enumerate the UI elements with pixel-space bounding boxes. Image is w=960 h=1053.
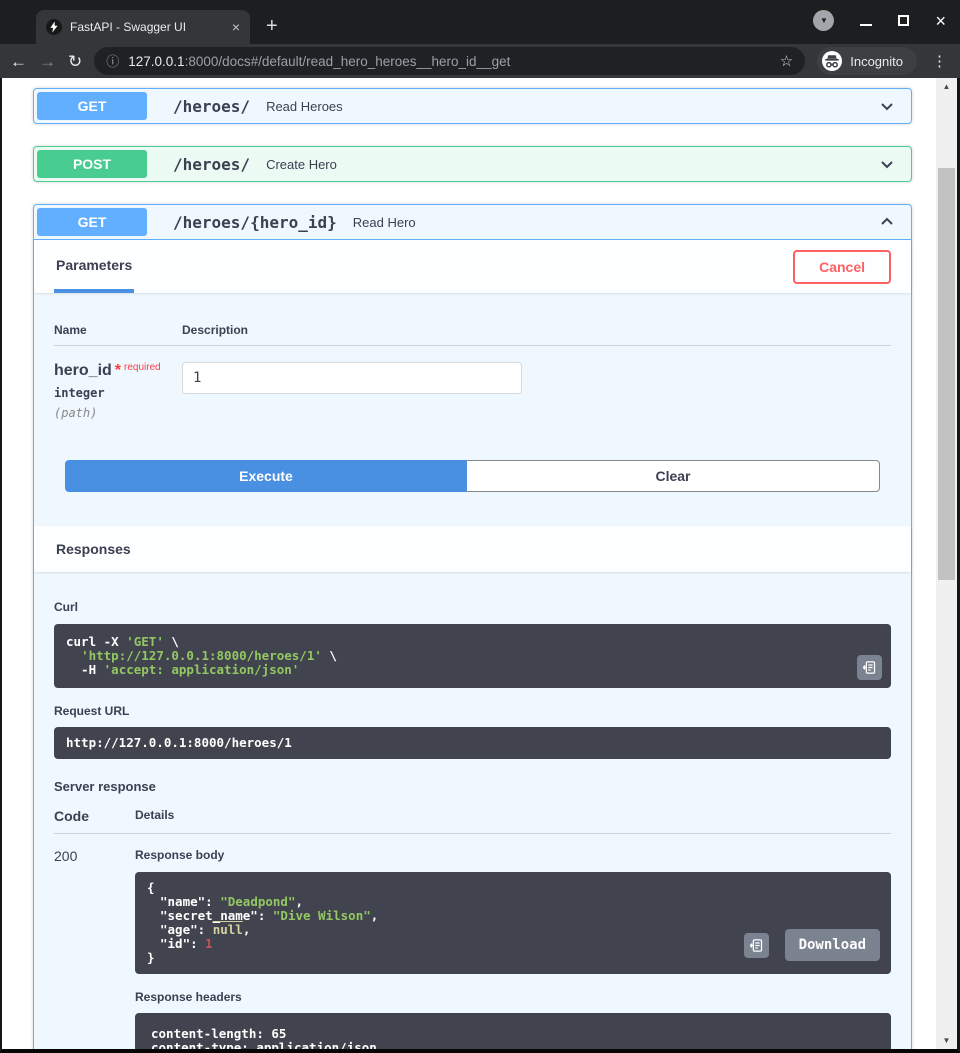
required-star: * xyxy=(114,362,122,379)
back-icon[interactable]: ← xyxy=(10,53,27,70)
responses-title: Responses xyxy=(56,541,131,557)
hero-id-input[interactable] xyxy=(182,362,522,394)
parameter-location: (path) xyxy=(54,406,98,420)
forward-icon[interactable]: → xyxy=(39,53,56,70)
responses-section-header: Responses xyxy=(34,526,911,572)
parameter-type: integer xyxy=(54,386,105,400)
code-column-header: Code xyxy=(54,808,89,824)
name-column-header: Name xyxy=(54,323,87,337)
description-column-header: Description xyxy=(182,323,249,337)
browser-tab[interactable]: FastAPI - Swagger UI × xyxy=(36,10,250,44)
url-path: :8000/docs#/default/read_hero_heroes__he… xyxy=(184,53,511,69)
opblock-post-heroes: POST /heroes/ Create Hero xyxy=(33,146,912,182)
chevron-down-icon[interactable] xyxy=(877,96,897,116)
maximize-button[interactable] xyxy=(898,15,910,26)
op-summary: Read Hero xyxy=(352,214,416,230)
clipboard-icon xyxy=(749,938,762,952)
copy-curl-button[interactable] xyxy=(857,655,882,680)
server-response-row: 200 Response body { "name": "Deadpond", … xyxy=(54,848,891,1049)
scrollbar-thumb[interactable] xyxy=(938,168,955,580)
maximize-icon xyxy=(898,15,910,26)
fastapi-favicon-icon xyxy=(46,19,62,35)
parameter-value-cell xyxy=(182,362,522,420)
method-badge: GET xyxy=(37,92,147,120)
opblock-get-hero-by-id: GET /heroes/{hero_id} Read Hero Paramete… xyxy=(33,204,912,1049)
op-path: /heroes/{hero_id} xyxy=(173,212,337,232)
parameters-section-header: Parameters Cancel xyxy=(34,240,911,293)
clear-button[interactable]: Clear xyxy=(467,460,880,492)
response-headers-label: Response headers xyxy=(135,990,242,1004)
op-path: /heroes/ xyxy=(173,96,251,116)
response-body-actions: Download xyxy=(743,929,880,961)
swagger-page: GET /heroes/ Read Heroes POST /heroes/ C… xyxy=(0,78,960,1053)
window-close-icon[interactable]: × xyxy=(935,12,946,30)
tab-title: FastAPI - Swagger UI xyxy=(70,20,187,34)
response-body-label: Response body xyxy=(135,848,225,862)
copy-response-button[interactable] xyxy=(743,932,769,958)
chevron-up-icon[interactable] xyxy=(877,212,897,232)
opblock-header-create-hero[interactable]: POST /heroes/ Create Hero xyxy=(34,147,911,181)
clipboard-icon xyxy=(862,661,876,674)
response-details: Response body { "name": "Deadpond", "sec… xyxy=(135,848,891,1049)
site-info-icon[interactable]: ⓘ xyxy=(106,55,119,68)
server-response-table-header: Code Details xyxy=(54,808,891,834)
method-badge: POST xyxy=(37,150,147,178)
reload-icon[interactable]: ↻ xyxy=(68,53,82,70)
browser-tab-bar: FastAPI - Swagger UI × + ▼ × xyxy=(0,0,960,44)
minimize-button[interactable] xyxy=(860,16,873,26)
execute-button[interactable]: Execute xyxy=(65,460,467,492)
op-summary: Create Hero xyxy=(266,156,337,172)
opblock-header-read-heroes[interactable]: GET /heroes/ Read Heroes xyxy=(34,89,911,123)
new-tab-icon[interactable]: + xyxy=(266,16,278,36)
url-host: 127.0.0.1 xyxy=(128,53,185,69)
op-path: /heroes/ xyxy=(173,154,251,174)
scrollbar-down-icon[interactable]: ▼ xyxy=(936,1036,957,1045)
window-controls: ▼ × xyxy=(813,10,946,31)
scrollbar-up-icon[interactable]: ▲ xyxy=(936,82,957,91)
page-scrollbar[interactable]: ▲ ▼ xyxy=(936,78,957,1049)
op-summary: Read Heroes xyxy=(266,98,343,114)
parameter-row: hero_id * required integer (path) xyxy=(54,346,891,420)
url-bar[interactable]: ⓘ 127.0.0.1:8000/docs#/default/read_hero… xyxy=(94,47,806,75)
request-url-label: Request URL xyxy=(54,704,130,718)
curl-label: Curl xyxy=(54,600,78,614)
download-button[interactable]: Download xyxy=(784,929,880,961)
parameters-table-header: Name Description xyxy=(54,323,891,346)
parameter-meta: hero_id * required integer (path) xyxy=(54,362,182,420)
chevron-down-icon[interactable] xyxy=(877,154,897,174)
url-text: 127.0.0.1:8000/docs#/default/read_hero_h… xyxy=(128,54,771,69)
method-badge: GET xyxy=(37,208,147,236)
tab-close-icon[interactable]: × xyxy=(232,20,240,34)
minimize-icon xyxy=(860,23,873,26)
incognito-badge: Incognito xyxy=(817,47,917,75)
response-headers: content-length: 65 content-type: applica… xyxy=(135,1013,891,1049)
browser-menu-icon[interactable]: ⋮ xyxy=(932,54,947,69)
browser-update-icon[interactable]: ▼ xyxy=(813,10,835,31)
bookmark-star-icon[interactable]: ☆ xyxy=(780,54,793,69)
responses-content: Curl curl -X 'GET' \ 'http://127.0.0.1:8… xyxy=(34,572,911,1049)
server-response-label: Server response xyxy=(54,779,156,794)
incognito-label: Incognito xyxy=(850,53,903,69)
details-column-header: Details xyxy=(135,808,175,822)
opblock-get-heroes: GET /heroes/ Read Heroes xyxy=(33,88,912,124)
opblock-header-read-hero[interactable]: GET /heroes/{hero_id} Read Hero xyxy=(34,205,911,240)
response-body: { "name": "Deadpond", "secret_name": "Di… xyxy=(135,872,891,974)
curl-command: curl -X 'GET' \ 'http://127.0.0.1:8000/h… xyxy=(54,624,891,688)
incognito-icon xyxy=(822,51,843,71)
parameters-table: Name Description hero_id * required intege… xyxy=(34,293,911,460)
status-code: 200 xyxy=(54,848,78,864)
required-label: required xyxy=(124,362,161,373)
request-url-value: http://127.0.0.1:8000/heroes/1 xyxy=(54,727,891,759)
execute-row: Execute Clear xyxy=(34,460,911,526)
parameters-title: Parameters xyxy=(54,240,135,293)
browser-toolbar: ← → ↻ ⓘ 127.0.0.1:8000/docs#/default/rea… xyxy=(0,44,960,78)
cancel-button[interactable]: Cancel xyxy=(793,249,891,284)
parameter-name: hero_id xyxy=(54,362,112,379)
